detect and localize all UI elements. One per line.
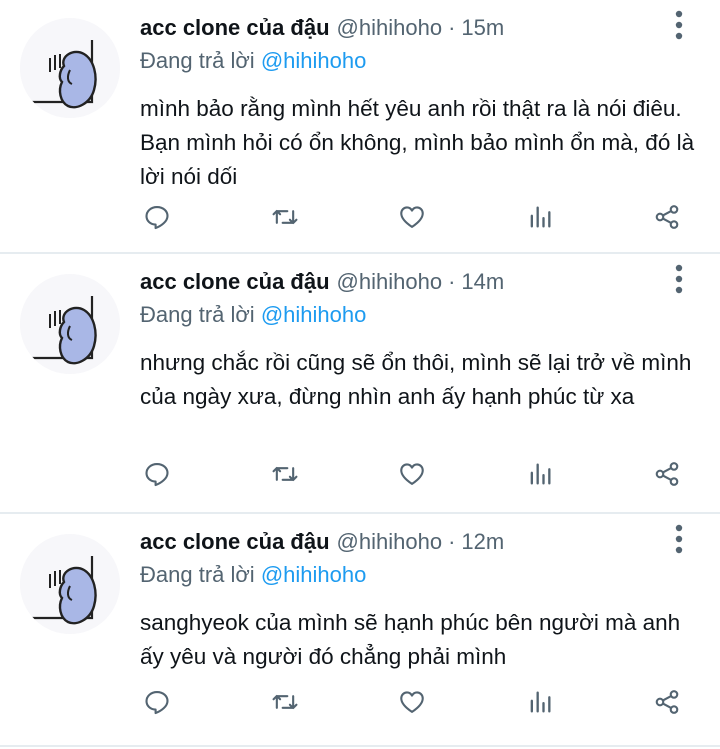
replying-to: Đang trả lời @hihihoho (140, 562, 720, 596)
analytics-icon (530, 206, 550, 228)
retweet-button[interactable] (270, 459, 300, 489)
reply-prefix: Đang trả lời (140, 48, 255, 73)
retweet-button[interactable] (270, 202, 300, 232)
heart-icon (400, 691, 424, 713)
analytics-icon (530, 691, 550, 713)
tweet[interactable]: acc clone của đậu @hihihoho · 14m Đang t… (0, 254, 720, 514)
display-name[interactable]: acc clone của đậu (140, 529, 330, 555)
tweet-actions (142, 682, 682, 722)
tweet-text: nhưng chắc rồi cũng sẽ ổn thôi, mình sẽ … (140, 350, 692, 409)
share-button[interactable] (652, 687, 682, 717)
retweet-icon (272, 694, 297, 710)
separator-dot: · (448, 269, 456, 294)
reply-button[interactable] (142, 687, 172, 717)
reply-mention-link[interactable]: @hihihoho (261, 562, 367, 587)
avatar[interactable] (20, 274, 120, 374)
user-handle[interactable]: @hihihoho (337, 15, 443, 41)
reply-mention-link[interactable]: @hihihoho (261, 302, 367, 327)
tweet-header: acc clone của đậu @hihihoho · 14m (140, 262, 720, 302)
more-vertical-icon (675, 264, 683, 294)
tweet-header: acc clone của đậu @hihihoho · 12m (140, 522, 720, 562)
avatar[interactable] (20, 534, 120, 634)
tweet-content: acc clone của đậu @hihihoho · 12m Đang t… (140, 522, 720, 674)
tweet-actions (142, 454, 682, 494)
timestamp[interactable]: 12m (461, 529, 504, 555)
share-button[interactable] (652, 202, 682, 232)
replying-to: Đang trả lời @hihihoho (140, 302, 720, 336)
timestamp[interactable]: 14m (461, 269, 504, 295)
analytics-button[interactable] (525, 459, 555, 489)
reply-button[interactable] (142, 202, 172, 232)
display-name[interactable]: acc clone của đậu (140, 269, 330, 295)
user-handle[interactable]: @hihihoho (337, 269, 443, 295)
share-button[interactable] (652, 459, 682, 489)
user-handle[interactable]: @hihihoho (337, 529, 443, 555)
reply-icon (145, 463, 169, 487)
more-options-button[interactable] (674, 524, 684, 554)
display-name[interactable]: acc clone của đậu (140, 15, 330, 41)
more-options-button[interactable] (674, 10, 684, 40)
like-button[interactable] (397, 459, 427, 489)
analytics-button[interactable] (525, 202, 555, 232)
tweet[interactable]: acc clone của đậu @hihihoho · 12m Đang t… (0, 514, 720, 747)
share-icon (655, 690, 679, 714)
tweet-header: acc clone của đậu @hihihoho · 15m (140, 8, 720, 48)
tweet[interactable]: acc clone của đậu @hihihoho · 15m Đang t… (0, 0, 720, 254)
more-vertical-icon (675, 10, 683, 40)
reply-icon (145, 691, 169, 715)
separator-dot: · (448, 15, 456, 40)
more-options-button[interactable] (674, 264, 684, 294)
heart-icon (400, 206, 424, 228)
retweet-icon (272, 209, 297, 225)
separator-dot: · (448, 529, 456, 554)
reply-button[interactable] (142, 459, 172, 489)
more-vertical-icon (675, 524, 683, 554)
like-button[interactable] (397, 687, 427, 717)
tweet-text: sanghyeok của mình sẽ hạnh phúc bên ngườ… (140, 610, 681, 669)
reply-mention-link[interactable]: @hihihoho (261, 48, 367, 73)
retweet-icon (272, 466, 297, 482)
share-icon (655, 205, 679, 229)
like-button[interactable] (397, 202, 427, 232)
avatar-doodle-icon (20, 534, 120, 634)
avatar-doodle-icon (20, 274, 120, 374)
share-icon (655, 462, 679, 486)
heart-icon (400, 463, 424, 485)
retweet-button[interactable] (270, 687, 300, 717)
analytics-button[interactable] (525, 687, 555, 717)
replying-to: Đang trả lời @hihihoho (140, 48, 720, 82)
reply-icon (145, 206, 169, 230)
reply-prefix: Đang trả lời (140, 562, 255, 587)
tweet-content: acc clone của đậu @hihihoho · 14m Đang t… (140, 262, 720, 414)
avatar-doodle-icon (20, 18, 120, 118)
tweet-text: mình bảo rằng mình hết yêu anh rồi thật … (140, 96, 695, 189)
avatar[interactable] (20, 18, 120, 118)
tweet-content: acc clone của đậu @hihihoho · 15m Đang t… (140, 8, 720, 194)
timestamp[interactable]: 15m (461, 15, 504, 41)
analytics-icon (530, 463, 550, 485)
reply-prefix: Đang trả lời (140, 302, 255, 327)
timeline: acc clone của đậu @hihihoho · 15m Đang t… (0, 0, 720, 747)
tweet-actions (142, 197, 682, 237)
